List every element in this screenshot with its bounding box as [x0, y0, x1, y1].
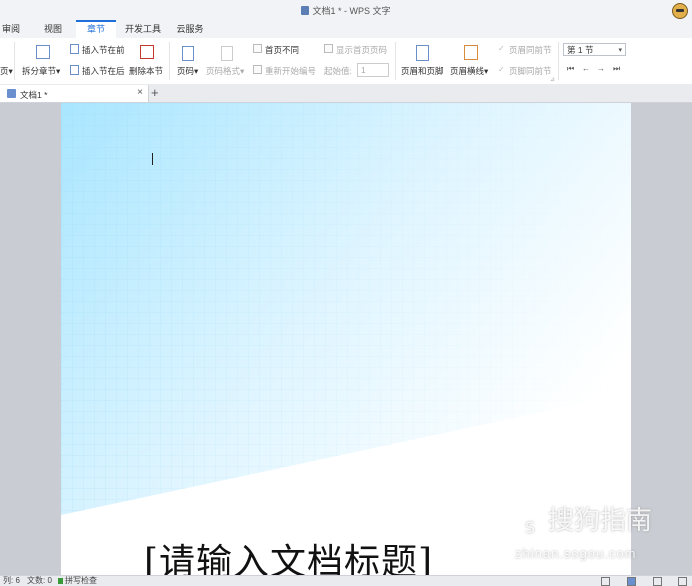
cover-grid: [61, 103, 631, 515]
sogou-watermark: S 搜狗指南 zhinan.sogou.com: [515, 500, 652, 561]
show-first-page-number-checkbox[interactable]: [324, 44, 333, 53]
header-line-icon: [464, 45, 478, 60]
window-title: 文档1 * - WPS 文字: [0, 4, 692, 17]
split-section-button[interactable]: 拆分章节▾: [22, 65, 60, 77]
divider: [558, 42, 559, 80]
page-number-format-icon: [221, 46, 233, 61]
document-tab-label: 文档1 *: [20, 90, 48, 100]
header-same-as-previous-button[interactable]: 页眉同前节: [509, 44, 552, 56]
first-page-different-checkbox[interactable]: [253, 44, 262, 53]
checkmark-icon: ✓: [498, 44, 505, 53]
document-tab[interactable]: 文档1 * ×: [0, 85, 149, 102]
close-tab-icon[interactable]: ×: [137, 87, 143, 98]
footer-same-as-previous-button[interactable]: 页脚同前节: [509, 65, 552, 77]
first-section-icon[interactable]: ⏮: [567, 64, 574, 74]
section-select-value: 第 1 节: [567, 45, 594, 55]
next-section-icon[interactable]: →: [597, 64, 605, 73]
document-icon: [7, 89, 16, 98]
menu-cloud[interactable]: 云服务: [172, 20, 208, 38]
menu-section[interactable]: 章节: [76, 20, 116, 38]
sogou-logo-icon: S: [515, 514, 545, 544]
split-section-icon: [36, 45, 50, 59]
header-footer-button[interactable]: 页眉和页脚: [401, 65, 444, 77]
divider: [395, 42, 396, 80]
restart-numbering-checkbox[interactable]: [253, 65, 262, 74]
title-bar: 文档1 * - WPS 文字: [0, 0, 692, 20]
watermark-url: zhinan.sogou.com: [515, 546, 637, 561]
start-value-label: 起始值:: [324, 66, 352, 76]
start-value-input[interactable]: 1: [357, 63, 389, 77]
menu-review[interactable]: 审阅: [0, 20, 22, 38]
restart-numbering-label: 重新开始编号: [265, 66, 317, 76]
status-bar: 列: 6 文数: 0 拼写检查: [0, 575, 692, 586]
watermark-brand-text: 搜狗指南: [548, 506, 653, 536]
menu-bar: 审阅 视图 章节 开发工具 云服务: [0, 20, 692, 38]
insert-section-before-button[interactable]: 插入节在前: [82, 44, 125, 56]
page-number-format-button[interactable]: 页码格式▾: [206, 65, 244, 77]
text-cursor: [152, 153, 153, 165]
window-title-text: 文档1 * - WPS 文字: [312, 6, 391, 16]
header-line-button[interactable]: 页眉横线▾: [450, 65, 488, 77]
menu-view[interactable]: 视图: [38, 20, 68, 38]
cutoff-button[interactable]: 页▾: [0, 65, 13, 77]
section-select[interactable]: 第 1 节 ▾: [563, 43, 626, 56]
start-value-text: 1: [361, 65, 366, 75]
divider: [169, 42, 170, 80]
chevron-down-icon: ▾: [618, 47, 622, 54]
wps-writer-doc-icon: [301, 6, 310, 15]
document-title-placeholder[interactable]: [请输入文档标题]: [144, 533, 433, 575]
watermark-brand: S 搜狗指南: [515, 500, 652, 544]
document-tab-bar: 文档1 * ×: [0, 84, 692, 103]
previous-section-icon[interactable]: ←: [582, 64, 590, 73]
user-avatar-icon[interactable]: [672, 3, 688, 19]
insert-before-icon: [70, 44, 79, 54]
dialog-launcher-icon[interactable]: ⊿: [550, 76, 555, 83]
divider: [14, 42, 15, 80]
first-page-different-label: 首页不同: [265, 45, 300, 55]
insert-section-after-button[interactable]: 插入节在后: [82, 65, 125, 77]
new-tab-icon[interactable]: +: [151, 85, 159, 101]
last-section-icon[interactable]: ⏭: [613, 64, 620, 74]
insert-after-icon: [70, 65, 79, 75]
show-first-page-number-label: 显示首页页码: [336, 45, 388, 55]
menu-developer[interactable]: 开发工具: [121, 20, 165, 38]
header-footer-icon: [416, 45, 429, 61]
page-number-icon: [182, 46, 194, 61]
checkmark-icon: ✓: [498, 65, 505, 74]
delete-section-icon: [140, 45, 154, 59]
spell-check-icon: [58, 578, 63, 584]
delete-section-button[interactable]: 删除本节: [129, 65, 163, 77]
page-number-button[interactable]: 页码▾: [177, 65, 198, 77]
